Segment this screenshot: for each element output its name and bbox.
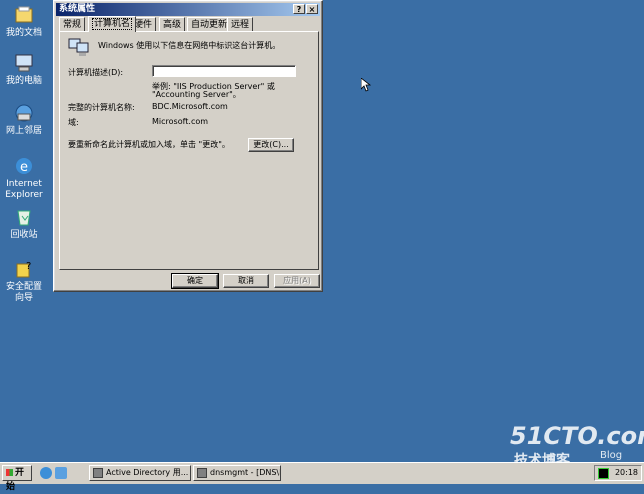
tab-computer-name[interactable]: 计算机名 (88, 16, 137, 32)
computers-icon (68, 37, 90, 60)
apply-button[interactable]: 应用(A) (274, 274, 320, 288)
taskbar-item-label: Active Directory 用... (106, 468, 189, 477)
intro-text: Windows 使用以下信息在网络中标识这台计算机。 (98, 41, 281, 50)
start-button[interactable]: 开始 (2, 465, 32, 492)
security-wizard-label: 安全配置向导 (5, 282, 42, 303)
tab-general[interactable]: 常规 (59, 17, 86, 31)
security-wizard-icon[interactable]: ? 安全配置向导 (2, 258, 46, 304)
recycle-bin-label: 回收站 (10, 230, 38, 240)
taskbar-item-dnsmgmt[interactable]: dnsmgmt - [DNS\BDC] (193, 465, 281, 481)
example-text-2: "Accounting Server"。 (152, 90, 241, 99)
quick-launch-ie-icon[interactable] (40, 467, 52, 479)
cancel-button[interactable]: 取消 (223, 274, 269, 288)
my-documents-label: 我的文档 (5, 28, 42, 38)
taskbar: 开始 Active Directory 用... dnsmgmt - [DNS\… (0, 462, 644, 492)
tray-console-icon[interactable] (598, 468, 609, 479)
close-button[interactable]: × (306, 4, 318, 14)
svg-text:?: ? (26, 261, 31, 272)
my-computer-label: 我的电脑 (5, 76, 42, 86)
help-button[interactable]: ? (293, 4, 305, 14)
full-computer-name-label: 完整的计算机名称: (68, 103, 135, 112)
internet-explorer-icon[interactable]: e Internet Explorer (2, 155, 46, 201)
domain-label: 域: (68, 118, 79, 127)
quick-launch-desktop-icon[interactable] (55, 467, 67, 479)
windows-logo-icon (6, 469, 13, 476)
network-places-label: 网上邻居 (5, 126, 42, 136)
tab-advanced[interactable]: 高级 (159, 17, 186, 31)
tab-remote[interactable]: 远程 (227, 17, 254, 31)
ok-button[interactable]: 确定 (171, 273, 219, 289)
computer-name-panel: Windows 使用以下信息在网络中标识这台计算机。 计算机描述(D): 举例:… (59, 31, 319, 270)
recycle-bin-icon[interactable]: 回收站 (2, 206, 46, 241)
my-computer-icon[interactable]: 我的电脑 (2, 52, 46, 87)
system-properties-dialog: 系统属性 ? × 常规 计算机名 硬件 高级 自动更新 远程 Windows 使… (53, 0, 323, 292)
dialog-titlebar[interactable]: 系统属性 ? × (56, 3, 320, 16)
watermark-logo: 51CTO.com (510, 422, 644, 450)
clock[interactable]: 20:18 (615, 468, 638, 477)
taskbar-item-active-directory[interactable]: Active Directory 用... (89, 465, 191, 481)
mouse-cursor-icon (360, 77, 372, 95)
system-tray: 20:18 (594, 465, 642, 481)
dns-icon (197, 468, 207, 478)
domain-value: Microsoft.com (152, 117, 209, 126)
dialog-title: 系统属性 (59, 4, 96, 14)
internet-explorer-label: Internet Explorer (5, 179, 43, 200)
active-directory-icon (93, 468, 103, 478)
tab-automatic-updates[interactable]: 自动更新 (187, 17, 232, 31)
my-documents-icon[interactable]: 我的文档 (2, 4, 46, 39)
full-computer-name-value: BDC.Microsoft.com (152, 102, 228, 111)
network-places-icon[interactable]: 网上邻居 (2, 102, 46, 137)
taskbar-item-label: dnsmgmt - [DNS\BDC] (210, 468, 280, 477)
watermark-blog: Blog (600, 450, 623, 461)
svg-text:e: e (20, 160, 28, 175)
rename-instructions: 要重新命名此计算机或加入域，单击 "更改"。 (68, 140, 230, 149)
description-label: 计算机描述(D): (68, 68, 124, 77)
tab-computer-name-label: 计算机名 (92, 18, 133, 30)
computer-description-input[interactable] (152, 65, 296, 77)
change-button[interactable]: 更改(C)... (248, 138, 294, 152)
